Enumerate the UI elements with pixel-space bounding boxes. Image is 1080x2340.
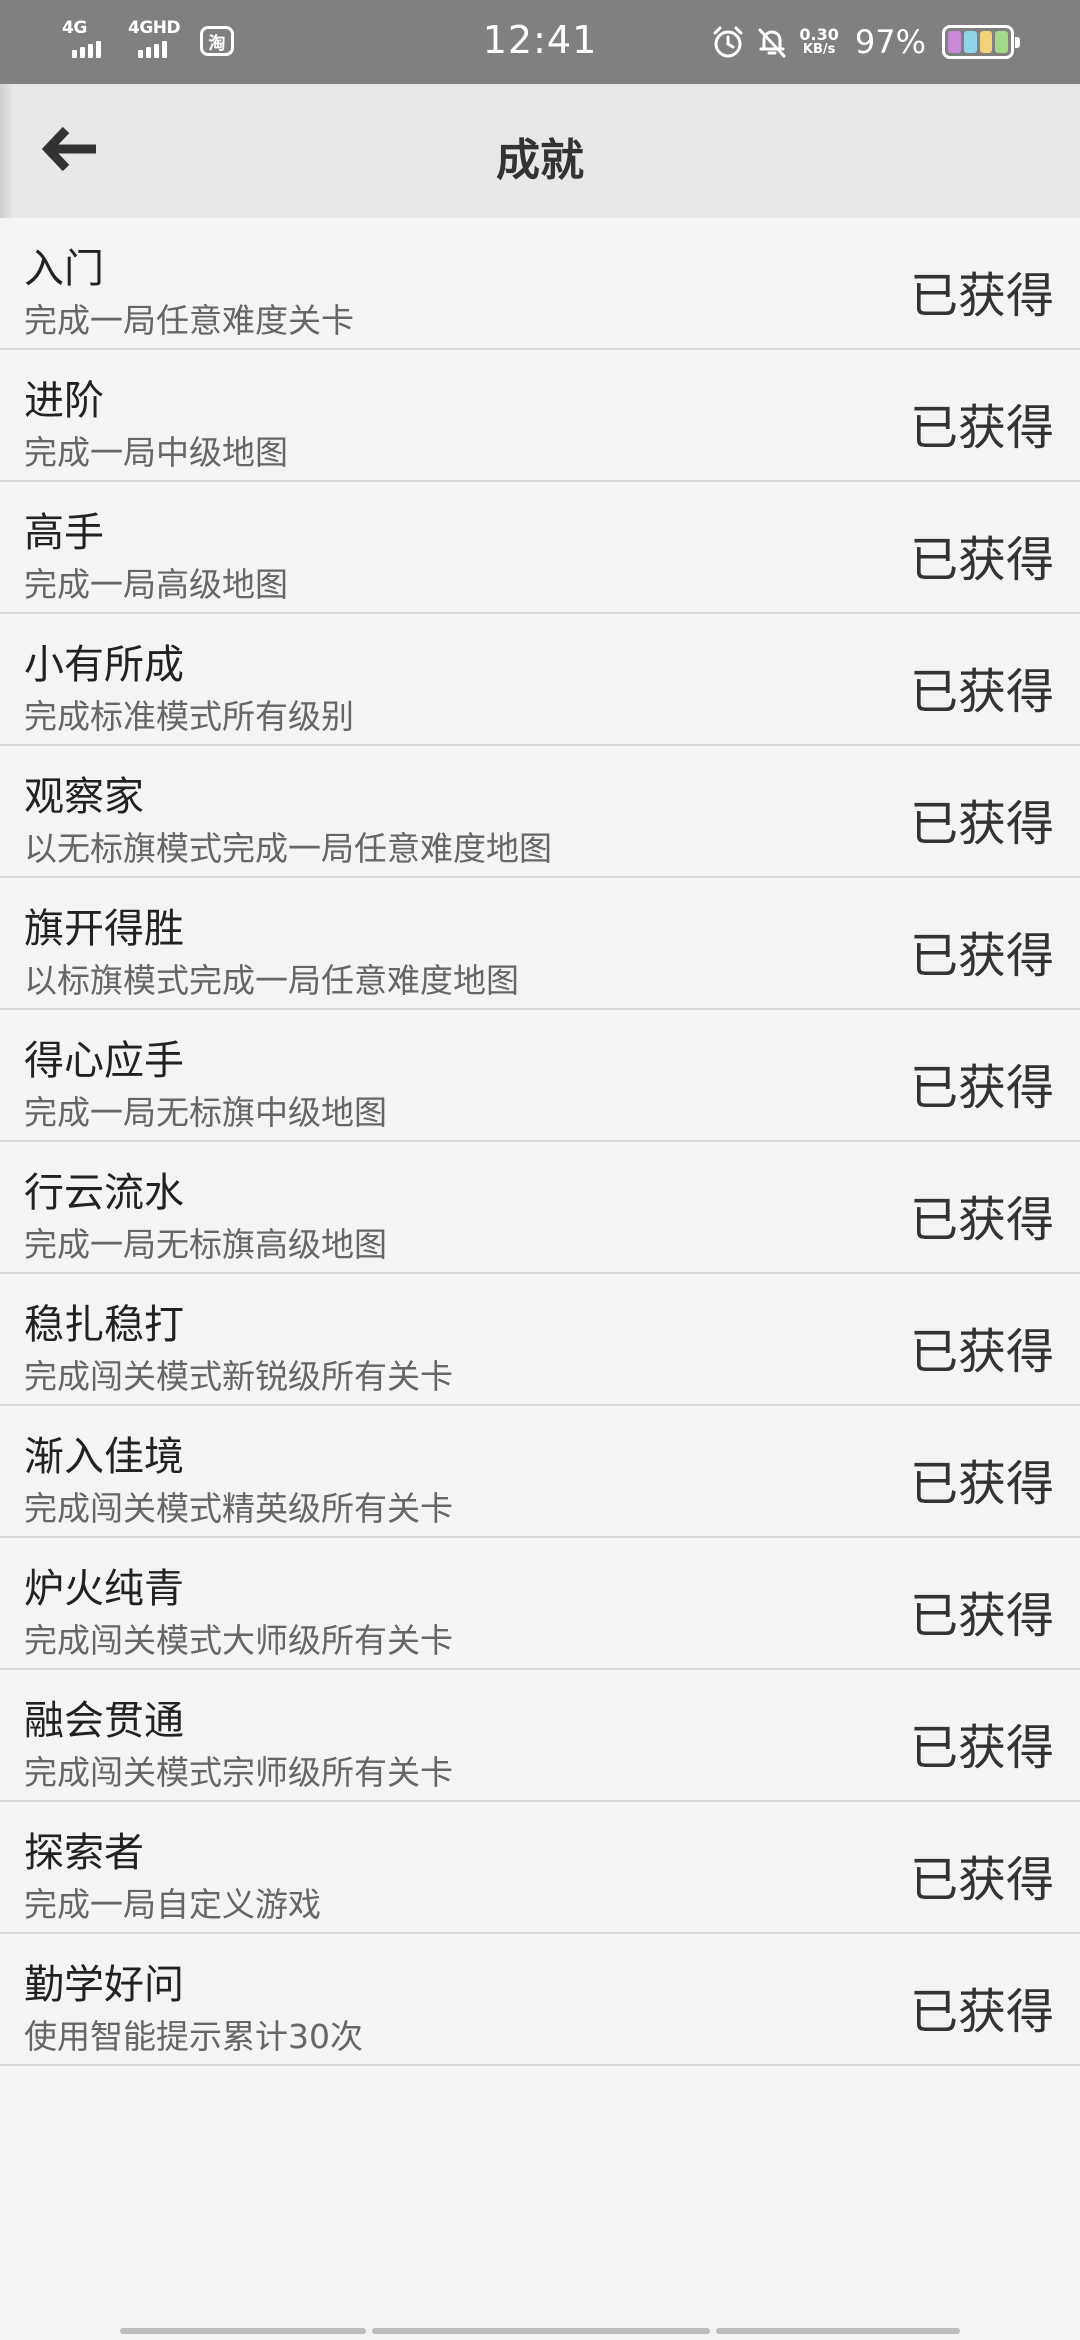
achievement-description: 完成一局高级地图	[24, 565, 288, 604]
achievement-row[interactable]: 探索者完成一局自定义游戏 已获得	[0, 1802, 1080, 1934]
achievement-description: 使用智能提示累计30次	[24, 2017, 363, 2056]
achievement-description: 完成一局无标旗高级地图	[24, 1225, 387, 1264]
achievement-description: 完成一局无标旗中级地图	[24, 1093, 387, 1132]
achievement-row[interactable]: 高手完成一局高级地图 已获得	[0, 482, 1080, 614]
achievement-status: 已获得	[909, 1720, 1054, 1776]
nav-indicator-center	[372, 2328, 710, 2334]
achievement-row[interactable]: 行云流水完成一局无标旗高级地图 已获得	[0, 1142, 1080, 1274]
achievement-row[interactable]: 小有所成完成标准模式所有级别 已获得	[0, 614, 1080, 746]
achievement-description: 完成一局任意难度关卡	[24, 301, 354, 340]
achievement-description: 完成闯关模式精英级所有关卡	[24, 1489, 453, 1528]
achievement-description: 完成一局中级地图	[24, 433, 288, 472]
achievement-title: 观察家	[24, 774, 144, 820]
achievement-row[interactable]: 炉火纯青完成闯关模式大师级所有关卡 已获得	[0, 1538, 1080, 1670]
edge-shadow	[0, 84, 14, 234]
achievement-row[interactable]: 旗开得胜以标旗模式完成一局任意难度地图 已获得	[0, 878, 1080, 1010]
mute-bell-icon	[755, 25, 789, 59]
achievement-status: 已获得	[909, 796, 1054, 852]
status-right: 0.30 KB/s 97%	[711, 20, 1020, 64]
achievement-status: 已获得	[909, 664, 1054, 720]
achievement-status: 已获得	[909, 1192, 1054, 1248]
achievement-list: 入门 完成一局任意难度关卡 已获得 进阶 完成一局中级地图 已获得 高手 完成一局高级地图 已获…	[0, 218, 1080, 2066]
achievement-description: 完成标准模式所有级别	[24, 697, 354, 736]
achievement-title: 行云流水	[24, 1170, 184, 1216]
achievement-status: 已获得	[909, 1324, 1054, 1380]
page-title: 成就	[496, 135, 584, 186]
network-speed: 0.30 KB/s	[799, 27, 838, 57]
achievement-description: 完成闯关模式大师级所有关卡	[24, 1621, 453, 1660]
achievement-status: 已获得	[909, 400, 1054, 456]
achievement-status: 已获得	[909, 1588, 1054, 1644]
nav-indicator-right	[716, 2328, 960, 2334]
speed-value: 0.30	[799, 25, 839, 44]
status-bar: 4G 4GHD 淘 12:41 0.30 KB/s 97%	[0, 0, 1080, 84]
achievement-status: 已获得	[909, 1060, 1054, 1116]
achievement-title: 炉火纯青	[24, 1566, 184, 1612]
achievement-description: 完成闯关模式新锐级所有关卡	[24, 1357, 453, 1396]
battery-icon	[942, 25, 1020, 59]
app-header: 成就	[0, 84, 1080, 218]
achievement-row[interactable]: 得心应手完成一局无标旗中级地图 已获得	[0, 1010, 1080, 1142]
achievement-status: 已获得	[909, 268, 1054, 324]
battery-percent: 97%	[854, 23, 926, 61]
achievement-title: 进阶	[24, 378, 104, 424]
achievement-row[interactable]: 渐入佳境完成闯关模式精英级所有关卡 已获得	[0, 1406, 1080, 1538]
achievement-row[interactable]: 观察家以无标旗模式完成一局任意难度地图 已获得	[0, 746, 1080, 878]
achievement-title: 入门	[24, 246, 104, 292]
speed-unit: KB/s	[802, 42, 836, 57]
achievement-row[interactable]: 稳扎稳打完成闯关模式新锐级所有关卡 已获得	[0, 1274, 1080, 1406]
nav-indicator-left	[120, 2328, 366, 2334]
achievement-description: 完成一局自定义游戏	[24, 1885, 321, 1924]
achievement-title: 渐入佳境	[24, 1434, 184, 1480]
achievement-title: 探索者	[24, 1830, 144, 1876]
achievement-description: 完成闯关模式宗师级所有关卡	[24, 1753, 453, 1792]
achievement-description: 以无标旗模式完成一局任意难度地图	[24, 829, 552, 868]
alarm-icon	[711, 25, 745, 59]
achievement-status: 已获得	[909, 928, 1054, 984]
achievement-row[interactable]: 进阶完成一局中级地图 已获得	[0, 350, 1080, 482]
achievement-title: 得心应手	[24, 1038, 184, 1084]
achievement-row[interactable]: 融会贯通完成闯关模式宗师级所有关卡 已获得	[0, 1670, 1080, 1802]
achievement-title: 勤学好问	[24, 1962, 184, 2008]
achievement-status: 已获得	[909, 1456, 1054, 1512]
achievement-status: 已获得	[909, 1984, 1054, 2040]
achievement-row[interactable]: 入门完成一局任意难度关卡 已获得	[0, 218, 1080, 350]
achievement-status: 已获得	[909, 1852, 1054, 1908]
achievement-title: 小有所成	[24, 642, 184, 688]
achievement-description: 以标旗模式完成一局任意难度地图	[24, 961, 519, 1000]
achievement-title: 融会贯通	[24, 1698, 184, 1744]
achievement-title: 高手	[24, 510, 104, 556]
achievement-title: 稳扎稳打	[24, 1302, 184, 1348]
achievement-status: 已获得	[909, 532, 1054, 588]
achievement-row[interactable]: 勤学好问使用智能提示累计30次 已获得	[0, 1934, 1080, 2066]
achievement-title: 旗开得胜	[24, 906, 184, 952]
